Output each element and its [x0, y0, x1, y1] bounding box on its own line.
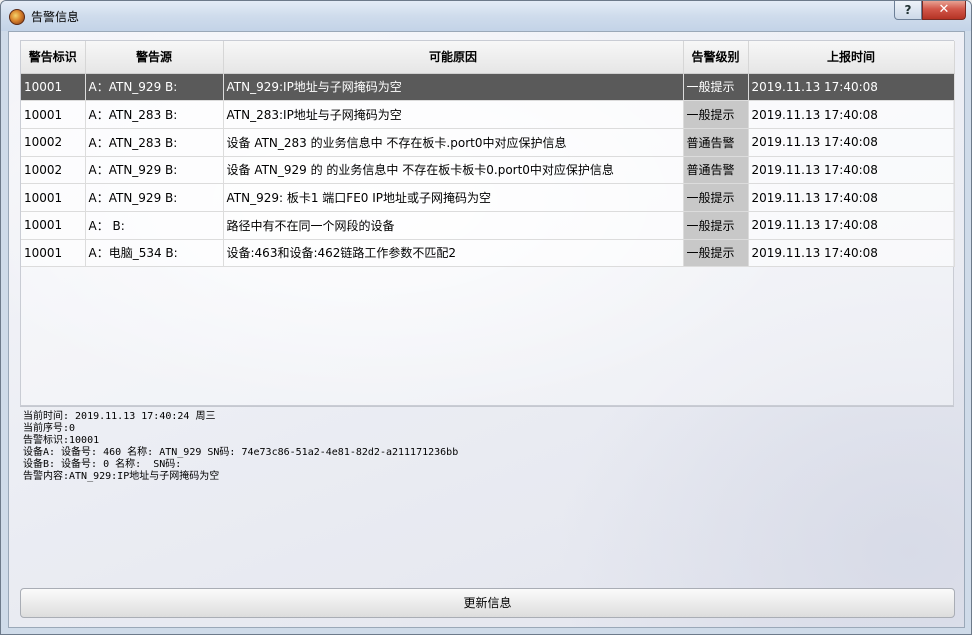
alarm-table[interactable]: 警告标识 警告源 可能原因 告警级别 上报时间 10001 A：ATN_929 … [20, 40, 955, 406]
alarm-info-window: 告警信息 ? ✕ 警告标识 警告源 可能原因 告警级别 上报时间 10001 A… [0, 0, 972, 635]
column-header-source[interactable]: 警告源 [85, 41, 224, 74]
cell-id: 10001 [21, 183, 86, 212]
cell-time: 2019.11.13 17:40:08 [748, 183, 955, 212]
table-row[interactable]: 10001 A：ATN_929 B: ATN_929: 板卡1 端口FE0 IP… [21, 183, 955, 212]
panel-divider[interactable] [20, 406, 954, 407]
detail-current-index: 当前序号:0 [23, 423, 76, 434]
alarm-detail-panel: 当前时间: 2019.11.13 17:40:24 周三 当前序号:0 告警标识… [23, 411, 943, 483]
app-icon [9, 9, 25, 25]
cell-cause: ATN_929: 板卡1 端口FE0 IP地址或子网掩码为空 [223, 183, 684, 212]
detail-device-b: 设备B: 设备号: 0 名称: SN码: [23, 459, 182, 470]
table-row[interactable]: 10002 A：ATN_929 B: 设备 ATN_929 的 的业务信息中 不… [21, 156, 955, 185]
table-header-row: 警告标识 警告源 可能原因 告警级别 上报时间 [21, 41, 955, 74]
cell-id: 10002 [21, 128, 86, 157]
close-icon: ✕ [938, 2, 950, 17]
cell-source: A： B: [85, 211, 224, 240]
cell-source: A：ATN_283 B: [85, 128, 224, 157]
column-header-time[interactable]: 上报时间 [748, 41, 955, 74]
table-row[interactable]: 10001 A：电脑_534 B: 设备:463和设备:462链路工作参数不匹配… [21, 239, 955, 268]
cell-time: 2019.11.13 17:40:08 [748, 211, 955, 240]
cell-id: 10001 [21, 73, 86, 102]
cell-id: 10002 [21, 156, 86, 185]
cell-level: 普通告警 [683, 128, 749, 157]
cell-level: 一般提示 [683, 211, 749, 240]
cell-time: 2019.11.13 17:40:08 [748, 156, 955, 185]
cell-source: A：ATN_283 B: [85, 100, 224, 129]
table-row[interactable]: 10001 A：ATN_929 B: ATN_929:IP地址与子网掩码为空 一… [21, 73, 955, 102]
table-row[interactable]: 10001 A： B: 路径中有不在同一个网段的设备 一般提示 2019.11.… [21, 211, 955, 240]
cell-cause: ATN_283:IP地址与子网掩码为空 [223, 100, 684, 129]
cell-time: 2019.11.13 17:40:08 [748, 239, 955, 268]
cell-cause: 设备 ATN_929 的 的业务信息中 不存在板卡板卡0.port0中对应保护信… [223, 156, 684, 185]
cell-cause: ATN_929:IP地址与子网掩码为空 [223, 73, 684, 102]
cell-source: A：ATN_929 B: [85, 156, 224, 185]
cell-cause: 路径中有不在同一个网段的设备 [223, 211, 684, 240]
table-row[interactable]: 10001 A：ATN_283 B: ATN_283:IP地址与子网掩码为空 一… [21, 100, 955, 129]
cell-level: 普通告警 [683, 156, 749, 185]
cell-level: 一般提示 [683, 183, 749, 212]
cell-cause: 设备 ATN_283 的业务信息中 不存在板卡.port0中对应保护信息 [223, 128, 684, 157]
column-header-id[interactable]: 警告标识 [21, 41, 86, 74]
title-bar[interactable]: 告警信息 ? ✕ [1, 1, 971, 31]
table-row[interactable]: 10002 A：ATN_283 B: 设备 ATN_283 的业务信息中 不存在… [21, 128, 955, 157]
detail-alarm-id: 告警标识:10001 [23, 435, 100, 446]
cell-cause: 设备:463和设备:462链路工作参数不匹配2 [223, 239, 684, 268]
cell-time: 2019.11.13 17:40:08 [748, 100, 955, 129]
column-header-cause[interactable]: 可能原因 [223, 41, 684, 74]
cell-id: 10001 [21, 100, 86, 129]
close-button[interactable]: ✕ [922, 1, 966, 20]
help-button[interactable]: ? [894, 1, 922, 20]
cell-source: A：电脑_534 B: [85, 239, 224, 268]
cell-time: 2019.11.13 17:40:08 [748, 128, 955, 157]
help-icon: ? [904, 3, 912, 17]
detail-current-time: 当前时间: 2019.11.13 17:40:24 周三 [23, 411, 216, 422]
cell-level: 一般提示 [683, 100, 749, 129]
cell-source: A：ATN_929 B: [85, 73, 224, 102]
window-title: 告警信息 [31, 10, 80, 24]
cell-level: 一般提示 [683, 239, 749, 268]
cell-id: 10001 [21, 211, 86, 240]
update-info-button[interactable]: 更新信息 [20, 588, 955, 618]
column-header-level[interactable]: 告警级别 [683, 41, 749, 74]
cell-level: 一般提示 [683, 73, 749, 102]
cell-source: A：ATN_929 B: [85, 183, 224, 212]
client-area: 警告标识 警告源 可能原因 告警级别 上报时间 10001 A：ATN_929 … [8, 31, 965, 628]
detail-alarm-content: 告警内容:ATN_929:IP地址与子网掩码为空 [23, 471, 220, 482]
detail-device-a: 设备A: 设备号: 460 名称: ATN_929 SN码: 74e73c86-… [23, 447, 459, 458]
cell-time: 2019.11.13 17:40:08 [748, 73, 955, 102]
cell-id: 10001 [21, 239, 86, 268]
